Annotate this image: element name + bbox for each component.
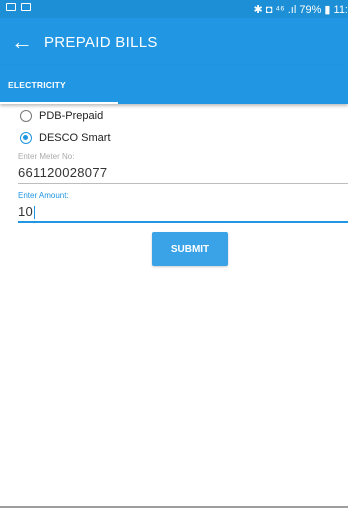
amount-field-label: Enter Amount: bbox=[18, 191, 69, 200]
amount-input[interactable]: 10 bbox=[18, 204, 348, 220]
status-bar: ✱ ◘ ⁴⁶ .ıl 79% ▮ 11: bbox=[0, 0, 348, 18]
radio-desco-smart[interactable]: DESCO Smart bbox=[20, 132, 111, 144]
tab-electricity-label: ELECTRICITY bbox=[8, 80, 66, 90]
submit-button-label: SUBMIT bbox=[170, 243, 210, 255]
radio-pdb-prepaid[interactable]: PDB-Prepaid bbox=[20, 110, 103, 122]
radio-desco-smart-label: DESCO Smart bbox=[39, 132, 111, 144]
tab-electricity[interactable]: ELECTRICITY bbox=[0, 66, 118, 104]
text-cursor bbox=[34, 206, 36, 220]
status-left-icons bbox=[6, 3, 31, 11]
radio-desco-smart-circle[interactable] bbox=[20, 132, 32, 144]
submit-button[interactable]: SUBMIT bbox=[152, 232, 228, 266]
status-right-info: ✱ ◘ ⁴⁶ .ıl 79% ▮ 11: bbox=[253, 4, 348, 16]
image-icon bbox=[21, 3, 31, 11]
radio-pdb-prepaid-label: PDB-Prepaid bbox=[39, 110, 104, 122]
app-bar: ← PREPAID BILLS bbox=[0, 18, 348, 66]
tab-bar: ELECTRICITY bbox=[0, 66, 348, 104]
tab-indicator bbox=[0, 102, 118, 104]
amount-input-value: 10 bbox=[18, 204, 34, 219]
page-title: PREPAID BILLS bbox=[44, 33, 158, 51]
meter-field-underline bbox=[18, 183, 348, 184]
back-arrow-icon[interactable]: ← bbox=[2, 18, 42, 66]
amount-field-underline bbox=[18, 221, 348, 223]
meter-number-input[interactable]: 661120028077 bbox=[18, 165, 348, 180]
mail-icon bbox=[6, 3, 16, 11]
meter-field-label: Enter Meter No: bbox=[18, 152, 75, 161]
radio-pdb-prepaid-circle[interactable] bbox=[20, 110, 32, 122]
